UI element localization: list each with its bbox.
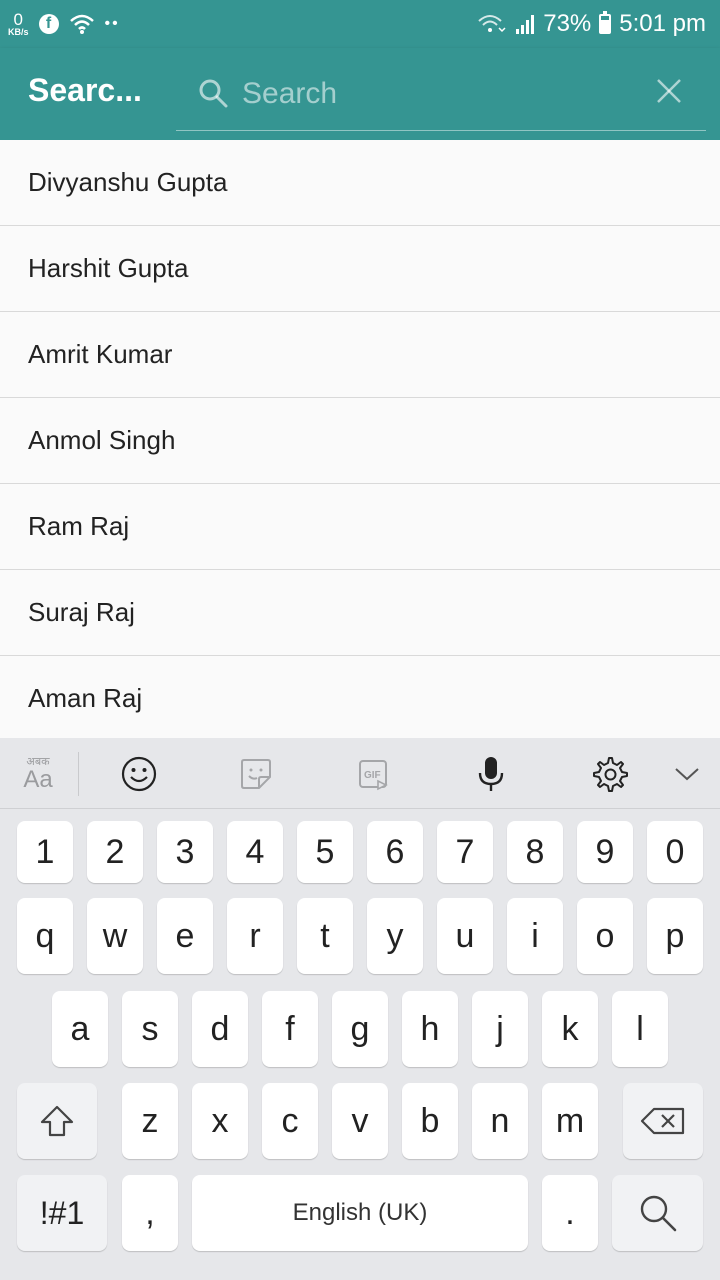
facebook-icon: f [38,14,59,34]
smiley-icon [121,756,157,792]
list-item[interactable]: Aman Raj [0,656,720,742]
font-style-tool[interactable]: अबक Aa [16,752,60,796]
key-u[interactable]: u [437,898,493,974]
hide-keyboard-tool[interactable] [665,752,709,796]
key-l[interactable]: l [612,991,668,1067]
microphone-icon [478,757,504,791]
key-z[interactable]: z [122,1083,178,1159]
list-item[interactable]: Ram Raj [0,484,720,570]
svg-text:GIF: GIF [364,770,381,781]
network-speed: 0 KB/s [8,11,29,37]
key-q[interactable]: q [17,898,73,974]
key-1[interactable]: 1 [17,821,73,883]
contact-list: Divyanshu Gupta Harshit Gupta Amrit Kuma… [0,140,720,742]
list-item[interactable]: Divyanshu Gupta [0,140,720,226]
search-action-key[interactable] [612,1175,703,1251]
key-t[interactable]: t [297,898,353,974]
chevron-down-icon [675,768,699,781]
list-item[interactable]: Amrit Kumar [0,312,720,398]
key-a[interactable]: a [52,991,108,1067]
gif-icon: GIF [359,760,388,791]
search-input[interactable] [242,74,622,114]
key-v[interactable]: v [332,1083,388,1159]
key-8[interactable]: 8 [507,821,563,883]
sticker-icon [241,759,271,789]
key-j[interactable]: j [472,991,528,1067]
key-f[interactable]: f [262,991,318,1067]
signal-icon [516,15,535,34]
network-speed-value: 0 [13,10,23,29]
toolbar-title: Searc... [28,72,142,108]
list-item[interactable]: Anmol Singh [0,398,720,484]
more-notifications-icon: •• [104,15,120,32]
search-bar[interactable] [176,66,706,131]
key-2[interactable]: 2 [87,821,143,883]
key-n[interactable]: n [472,1083,528,1159]
wifi-calling-icon [478,15,506,33]
key-4[interactable]: 4 [227,821,283,883]
toolbar-divider [78,752,79,796]
key-0[interactable]: 0 [647,821,703,883]
key-h[interactable]: h [402,991,458,1067]
clock: 5:01 pm [619,10,706,37]
status-left: 0 KB/s f •• [8,6,120,42]
key-3[interactable]: 3 [157,821,213,883]
key-6[interactable]: 6 [367,821,423,883]
gif-tool[interactable]: GIF [352,752,396,796]
close-icon[interactable] [654,76,684,106]
shift-key[interactable] [17,1083,97,1159]
period-key[interactable]: . [542,1175,598,1251]
key-o[interactable]: o [577,898,633,974]
soft-keyboard: अबक Aa GIF 1 2 3 4 5 6 7 8 9 0 q w e r t… [0,738,720,1280]
search-icon [640,1195,676,1232]
key-e[interactable]: e [157,898,213,974]
key-9[interactable]: 9 [577,821,633,883]
key-r[interactable]: r [227,898,283,974]
key-m[interactable]: m [542,1083,598,1159]
sticker-tool[interactable] [234,752,278,796]
key-x[interactable]: x [192,1083,248,1159]
keyboard-toolbar: अबक Aa GIF [0,738,720,809]
status-right: 73% 5:01 pm [477,6,706,42]
key-w[interactable]: w [87,898,143,974]
search-icon [199,79,228,108]
backspace-icon [640,1107,685,1135]
list-item[interactable]: Harshit Gupta [0,226,720,312]
key-s[interactable]: s [122,991,178,1067]
key-i[interactable]: i [507,898,563,974]
font-tool-label: Aa [23,765,53,793]
shift-icon [40,1105,74,1137]
key-p[interactable]: p [647,898,703,974]
voice-tool[interactable] [469,752,513,796]
key-y[interactable]: y [367,898,423,974]
settings-tool[interactable] [587,752,631,796]
status-bar: 0 KB/s f •• 73% 5:01 pm [0,0,720,48]
key-d[interactable]: d [192,991,248,1067]
battery-percent: 73% [543,10,592,37]
comma-key[interactable]: , [122,1175,178,1251]
gear-icon [593,757,628,792]
key-c[interactable]: c [262,1083,318,1159]
key-b[interactable]: b [402,1083,458,1159]
emoji-tool[interactable] [117,752,161,796]
backspace-key[interactable] [623,1083,703,1159]
symbols-key[interactable]: !#1 [17,1175,107,1251]
wifi-icon [69,14,94,34]
list-item[interactable]: Suraj Raj [0,570,720,656]
app-toolbar: Searc... [0,48,720,140]
key-7[interactable]: 7 [437,821,493,883]
key-g[interactable]: g [332,991,388,1067]
space-key[interactable]: English (UK) [192,1175,528,1251]
network-speed-unit: KB/s [8,27,29,37]
key-5[interactable]: 5 [297,821,353,883]
key-k[interactable]: k [542,991,598,1067]
battery-icon [599,11,612,34]
